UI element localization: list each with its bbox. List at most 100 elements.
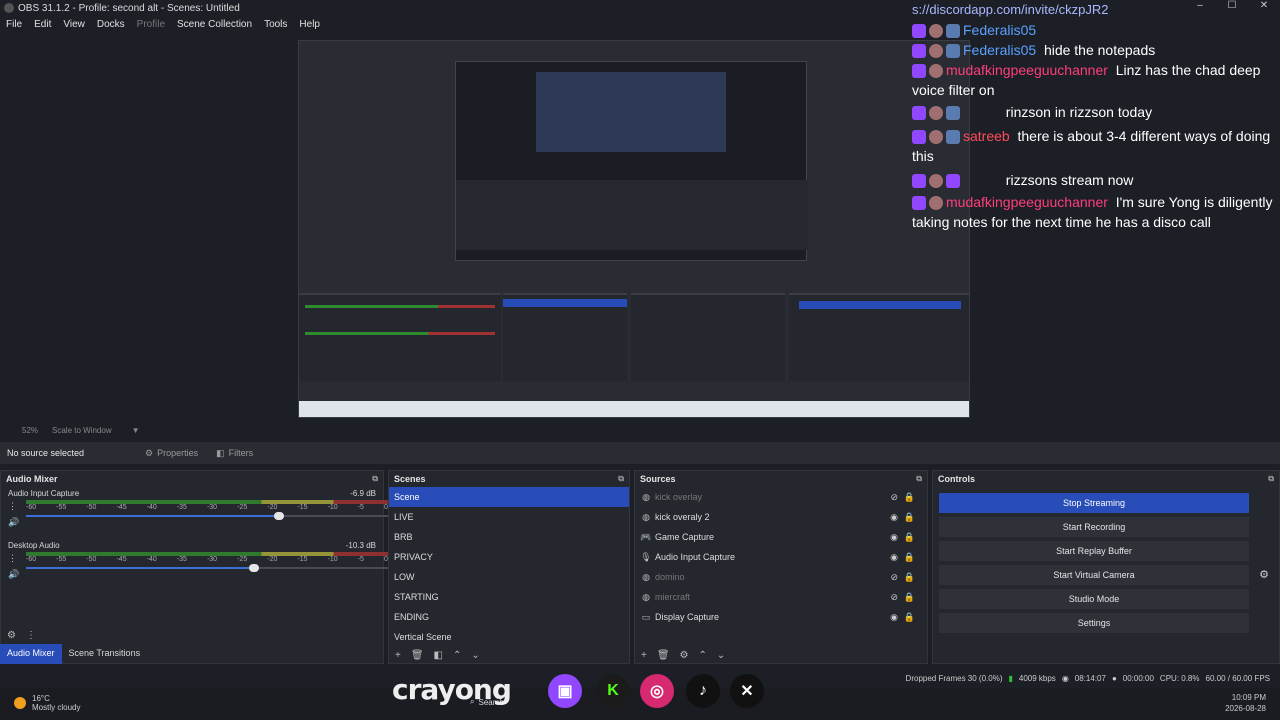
filter-icon[interactable]: ◧ [434,650,443,661]
tab-scene-transitions[interactable]: Scene Transitions [62,644,148,664]
avatar-badge-icon [929,196,943,211]
scene-item[interactable]: PRIVACY [389,547,629,567]
arrow-down-icon[interactable]: ⌄ [717,650,725,661]
scene-item[interactable]: Scene [389,487,629,507]
tick-label: -40 [146,556,157,563]
eye-hidden-icon[interactable]: ⊘ [890,492,898,503]
volume-slider[interactable] [26,512,388,520]
source-item[interactable]: 🎙 Audio Input Capture ◉ 🔒 [635,547,927,567]
arrow-up-icon[interactable]: ⌃ [453,650,461,661]
tick-label: -10 [327,556,338,563]
eye-hidden-icon[interactable]: ⊘ [890,572,898,583]
undock-icon[interactable]: ⧉ [1268,474,1274,484]
kebab-menu-icon[interactable]: ⋮ [8,501,17,512]
button-label: Start Virtual Camera [1053,570,1135,580]
source-item[interactable]: ◍ kick overaly 2 ◉ 🔒 [635,507,927,527]
properties-button[interactable]: ⚙ Properties [145,448,198,459]
lock-icon[interactable]: 🔒 [904,572,915,583]
eye-icon[interactable]: ◉ [890,612,898,623]
speaker-icon[interactable]: 🔊 [8,569,19,580]
weather-widget[interactable]: 16°C Mostly cloudy [14,694,80,712]
eye-icon[interactable]: ◉ [890,552,898,563]
source-item[interactable]: ▭ Display Capture ◉ 🔒 [635,607,927,627]
tick-label: -35 [176,556,187,563]
stop-streaming-button[interactable]: Stop Streaming [939,493,1249,513]
zoom-level[interactable]: 52% [22,426,38,435]
dock-title: Scenes [394,474,426,484]
menu-tools[interactable]: Tools [258,19,293,30]
start-virtual-camera-button[interactable]: Start Virtual Camera ⚙ [939,565,1269,585]
undock-icon[interactable]: ⧉ [618,474,624,484]
scene-item[interactable]: STARTING [389,587,629,607]
eye-icon[interactable]: ◉ [890,532,898,543]
menu-docks[interactable]: Docks [91,19,131,30]
menu-edit[interactable]: Edit [28,19,57,30]
menu-file[interactable]: File [0,19,28,30]
settings-button[interactable]: Settings [939,613,1249,633]
gear-icon[interactable]: ⚙ [680,650,689,661]
lock-icon[interactable]: 🔒 [904,552,915,563]
slider-handle[interactable] [249,564,260,572]
kebab-menu-icon[interactable]: ⋮ [26,630,36,641]
source-name: kick overaly 2 [655,512,710,522]
twitch-badge-icon [912,24,926,39]
source-item[interactable]: 🎮 Game Capture ◉ 🔒 [635,527,927,547]
source-item[interactable]: ◍ kick overlay ⊘ 🔒 [635,487,927,507]
nested-controls [789,293,969,381]
menu-profile[interactable]: Profile [131,19,171,30]
gear-icon[interactable]: ⚙ [1259,568,1269,581]
tick-label: -5 [357,504,364,511]
nested-sources [631,293,785,381]
scale-mode[interactable]: Scale to Window [52,426,112,435]
lock-icon[interactable]: 🔒 [904,492,915,503]
scene-item[interactable]: LIVE [389,507,629,527]
trash-icon[interactable]: 🗑 [411,650,424,661]
twitch-badge-icon [912,64,926,79]
tick-label: -30 [206,504,218,511]
studio-mode-button[interactable]: Studio Mode [939,589,1249,609]
filters-button[interactable]: ◧ Filters [216,448,253,459]
arrow-up-icon[interactable]: ⌃ [699,650,707,661]
add-icon[interactable]: + [395,650,401,661]
scene-item[interactable]: BRB [389,527,629,547]
chat-message: Federalis05 [910,20,1280,40]
source-item[interactable]: ◍ domino ⊘ 🔒 [635,567,927,587]
source-item[interactable]: ◍ miercraft ⊘ 🔒 [635,587,927,607]
undock-icon[interactable]: ⧉ [372,474,378,484]
system-clock[interactable]: 10:09 PM 2026-08-28 [1225,692,1266,714]
start-recording-button[interactable]: Start Recording [939,517,1249,537]
menu-help[interactable]: Help [293,19,326,30]
source-name: kick overlay [655,492,703,502]
slider-handle[interactable] [274,512,285,520]
lock-icon[interactable]: 🔒 [904,612,915,623]
add-icon[interactable]: + [641,650,647,661]
lock-icon[interactable]: 🔒 [904,592,915,603]
lock-icon[interactable]: 🔒 [904,512,915,523]
trash-icon[interactable]: 🗑 [657,650,670,661]
scene-item[interactable]: Vertical Scene [389,627,629,647]
nested-preview [455,61,808,261]
arrow-down-icon[interactable]: ⌄ [471,650,479,661]
nested-stop-button [799,301,961,309]
volume-slider[interactable] [26,564,388,572]
kebab-menu-icon[interactable]: ⋮ [8,553,17,564]
undock-icon[interactable]: ⧉ [916,474,922,484]
clock-date: 2026-08-28 [1225,704,1266,713]
lock-icon[interactable]: 🔒 [904,532,915,543]
scene-item[interactable]: LOW [389,567,629,587]
source-name: domino [655,572,685,582]
menu-view[interactable]: View [57,19,91,30]
nested-selected-scene [503,299,627,307]
stream-preview[interactable] [298,40,970,418]
menu-scene-collection[interactable]: Scene Collection [171,19,258,30]
chevron-down-icon[interactable]: ▼ [132,426,140,435]
eye-hidden-icon[interactable]: ⊘ [890,592,898,603]
scene-item[interactable]: ENDING [389,607,629,627]
record-icon: ● [1111,673,1117,683]
eye-icon[interactable]: ◉ [890,512,898,523]
gear-icon[interactable]: ⚙ [7,630,16,641]
tab-audio-mixer[interactable]: Audio Mixer [0,644,62,664]
browser-source-icon: ◍ [642,591,650,602]
start-replay-buffer-button[interactable]: Start Replay Buffer [939,541,1249,561]
speaker-icon[interactable]: 🔊 [8,517,19,528]
